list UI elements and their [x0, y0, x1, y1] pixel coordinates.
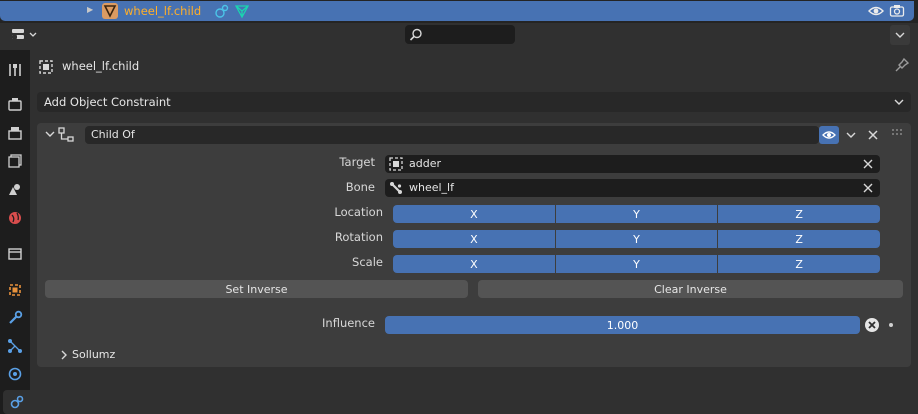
clear-target-icon[interactable] — [862, 157, 874, 174]
target-value: adder — [409, 157, 441, 170]
eye-icon — [822, 131, 836, 139]
influence-slider[interactable]: 1.000 — [385, 316, 860, 334]
keyframe-dot-icon[interactable] — [889, 323, 893, 327]
tab-physics[interactable] — [3, 362, 27, 386]
clear-inverse-button[interactable]: Clear Inverse — [478, 280, 903, 298]
tab-render[interactable] — [3, 92, 27, 116]
scale-label: Scale — [352, 255, 383, 269]
influence-label: Influence — [322, 316, 375, 330]
object-icon — [389, 157, 403, 174]
properties-main: wheel_lf.child Add Object Constraint Chi… — [30, 47, 918, 414]
disable-keep-transform-icon[interactable] — [864, 317, 880, 336]
outliner-row-selected[interactable]: ▶ wheel_lf.child — [0, 1, 914, 21]
child-of-constraint-icon — [58, 127, 76, 146]
constraint-icon — [10, 395, 23, 409]
context-object-name: wheel_lf.child — [62, 59, 140, 73]
location-z-toggle[interactable]: Z — [718, 205, 881, 223]
search-icon — [409, 28, 422, 41]
tab-particles[interactable] — [3, 334, 27, 358]
delete-constraint-button[interactable] — [865, 126, 881, 147]
tab-view-layer[interactable] — [3, 149, 27, 173]
constraint-visibility-toggle[interactable] — [819, 126, 839, 144]
location-axis-toggles: X Y Z — [393, 205, 881, 223]
constraint-panel-child-of: Child Of Target adder Bone wheel_lf Loca… — [37, 123, 911, 367]
eye-icon[interactable] — [868, 3, 884, 22]
chevron-down-icon — [895, 32, 905, 38]
location-y-toggle[interactable]: Y — [555, 205, 718, 223]
search-input[interactable] — [405, 25, 515, 44]
object-context-icon — [38, 59, 54, 78]
expand-arrow-icon[interactable]: ▶ — [87, 5, 93, 14]
collection-icon — [8, 248, 22, 260]
bone-field[interactable]: wheel_lf — [385, 179, 880, 197]
rotation-y-toggle[interactable]: Y — [555, 230, 718, 248]
scale-z-toggle[interactable]: Z — [718, 255, 881, 273]
pin-icon[interactable] — [894, 57, 910, 76]
tab-constraints[interactable] — [3, 390, 30, 414]
constraint-name-field[interactable]: Child Of — [85, 126, 819, 144]
drag-handle-icon[interactable] — [891, 128, 905, 141]
properties-header — [0, 23, 918, 47]
physics-icon — [8, 367, 22, 381]
bone-icon — [389, 181, 403, 198]
target-label: Target — [339, 155, 375, 169]
scale-x-toggle[interactable]: X — [393, 255, 555, 273]
add-object-constraint-label: Add Object Constraint — [44, 95, 171, 109]
tab-object[interactable] — [3, 278, 27, 302]
header-options-dropdown[interactable] — [890, 25, 910, 45]
chevron-down-icon — [894, 99, 904, 105]
output-icon — [8, 127, 22, 140]
scale-axis-toggles: X Y Z — [393, 255, 881, 273]
tab-world[interactable] — [3, 206, 27, 230]
scale-y-toggle[interactable]: Y — [555, 255, 718, 273]
close-icon — [868, 130, 878, 140]
target-field[interactable]: adder — [385, 155, 880, 173]
properties-tabs — [0, 50, 30, 414]
expand-chevron-icon[interactable] — [58, 349, 70, 364]
particles-icon — [8, 339, 22, 353]
tool-icon — [9, 64, 21, 76]
editor-type-selector[interactable] — [6, 25, 40, 45]
scene-icon — [9, 184, 20, 195]
tab-output[interactable] — [3, 121, 27, 145]
chevron-down-icon — [846, 132, 856, 138]
clear-bone-icon[interactable] — [862, 181, 874, 198]
tab-tool[interactable] — [3, 58, 27, 82]
tab-collection[interactable] — [3, 242, 27, 266]
rotation-z-toggle[interactable]: Z — [718, 230, 881, 248]
render-icon — [8, 98, 22, 111]
constraint-icon — [214, 3, 230, 22]
rotation-axis-toggles: X Y Z — [393, 230, 881, 248]
camera-render-icon[interactable] — [889, 3, 905, 22]
tab-modifier[interactable] — [3, 306, 27, 330]
bone-value: wheel_lf — [409, 181, 454, 194]
location-label: Location — [334, 205, 383, 219]
world-icon — [9, 212, 21, 224]
set-inverse-button[interactable]: Set Inverse — [45, 280, 468, 298]
mesh-data-icon — [234, 3, 250, 22]
constraint-options-dropdown[interactable] — [843, 126, 859, 147]
outliner-strip: ▶ wheel_lf.child — [0, 0, 918, 23]
view-layer-icon — [8, 154, 22, 168]
tab-scene[interactable] — [3, 177, 27, 201]
mesh-object-icon — [102, 3, 118, 19]
rotation-x-toggle[interactable]: X — [393, 230, 555, 248]
outliner-object-name[interactable]: wheel_lf.child — [124, 4, 201, 18]
modifier-icon — [9, 310, 23, 324]
bone-label: Bone — [345, 180, 375, 194]
add-object-constraint-menu[interactable]: Add Object Constraint — [37, 92, 911, 112]
object-icon — [9, 284, 21, 296]
location-x-toggle[interactable]: X — [393, 205, 555, 223]
rotation-label: Rotation — [334, 230, 383, 244]
collapse-chevron-icon[interactable] — [44, 128, 56, 143]
sollumz-subpanel-header[interactable]: Sollumz — [72, 348, 115, 361]
